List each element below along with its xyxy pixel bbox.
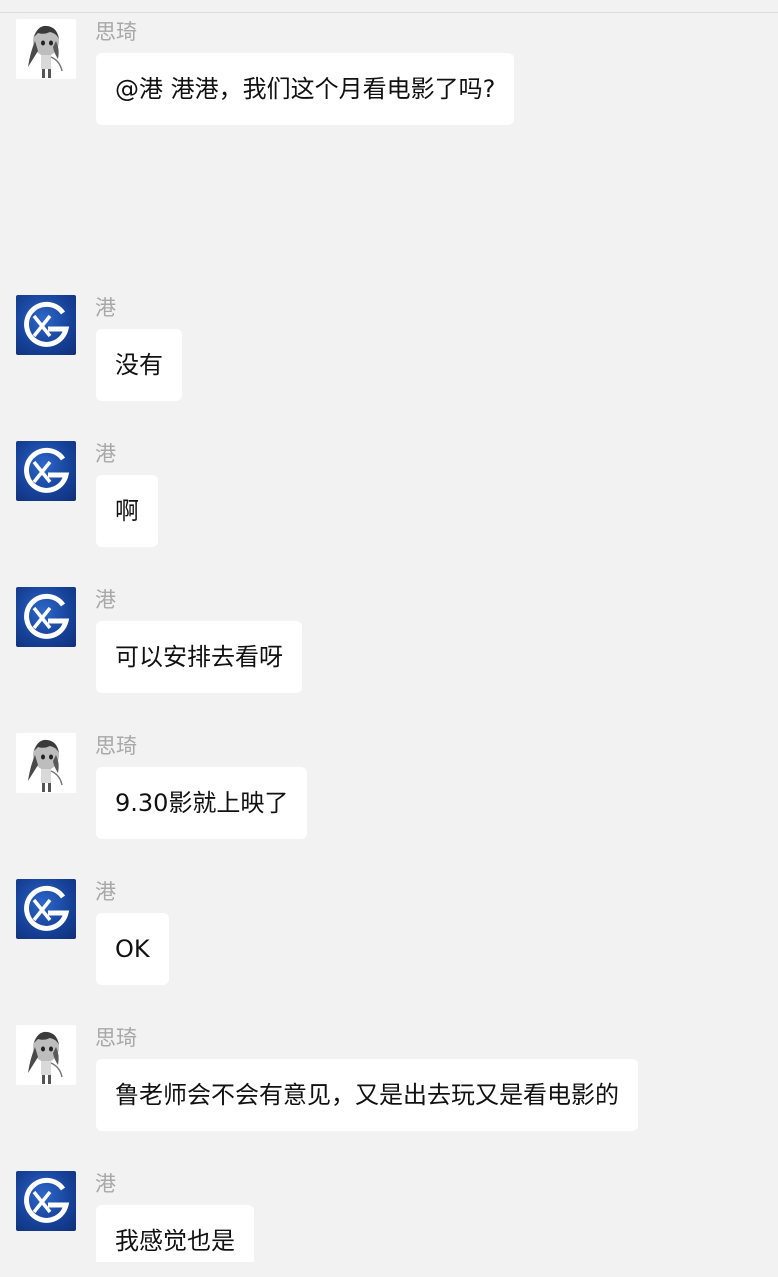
sketch-girl-icon bbox=[16, 19, 76, 79]
message-bubble[interactable]: OK bbox=[96, 913, 169, 985]
xg-logo-avatar[interactable] bbox=[16, 1171, 76, 1231]
message-bubble[interactable]: 9.30影就上映了 bbox=[96, 767, 308, 839]
message-bubble[interactable]: 我感觉也是 bbox=[96, 1205, 254, 1262]
chat-message-list[interactable]: 思琦 @港 港港，我们这个月看电影了吗? 港 没有 港 啊 港 可以安排去看呀 … bbox=[0, 0, 778, 1262]
xg-logo-avatar[interactable] bbox=[16, 441, 76, 501]
xg-logo-avatar[interactable] bbox=[16, 879, 76, 939]
sender-name: 港 bbox=[95, 442, 116, 466]
message-bubble[interactable]: 鲁老师会不会有意见，又是出去玩又是看电影的 bbox=[96, 1059, 638, 1131]
sketch-girl-avatar[interactable] bbox=[16, 19, 76, 79]
sketch-girl-icon bbox=[16, 1025, 76, 1085]
sender-name: 思琦 bbox=[95, 20, 137, 44]
message-bubble[interactable]: 没有 bbox=[96, 329, 182, 401]
sender-name: 港 bbox=[95, 588, 116, 612]
message-bubble[interactable]: @港 港港，我们这个月看电影了吗? bbox=[96, 53, 515, 125]
sender-name: 思琦 bbox=[95, 1026, 137, 1050]
sender-name: 港 bbox=[95, 1172, 116, 1196]
xg-logo-avatar[interactable] bbox=[16, 587, 76, 647]
xg-logo-icon bbox=[24, 1177, 70, 1223]
message-bubble[interactable]: 可以安排去看呀 bbox=[96, 621, 302, 693]
sketch-girl-avatar[interactable] bbox=[16, 1025, 76, 1085]
xg-logo-icon bbox=[24, 301, 70, 347]
sender-name: 港 bbox=[95, 880, 116, 904]
xg-logo-icon bbox=[24, 593, 70, 639]
sender-name: 港 bbox=[95, 296, 116, 320]
xg-logo-icon bbox=[24, 885, 70, 931]
message-bubble[interactable]: 啊 bbox=[96, 475, 158, 547]
xg-logo-avatar[interactable] bbox=[16, 295, 76, 355]
sender-name: 思琦 bbox=[95, 734, 137, 758]
sketch-girl-icon bbox=[16, 733, 76, 793]
xg-logo-icon bbox=[24, 447, 70, 493]
sketch-girl-avatar[interactable] bbox=[16, 733, 76, 793]
